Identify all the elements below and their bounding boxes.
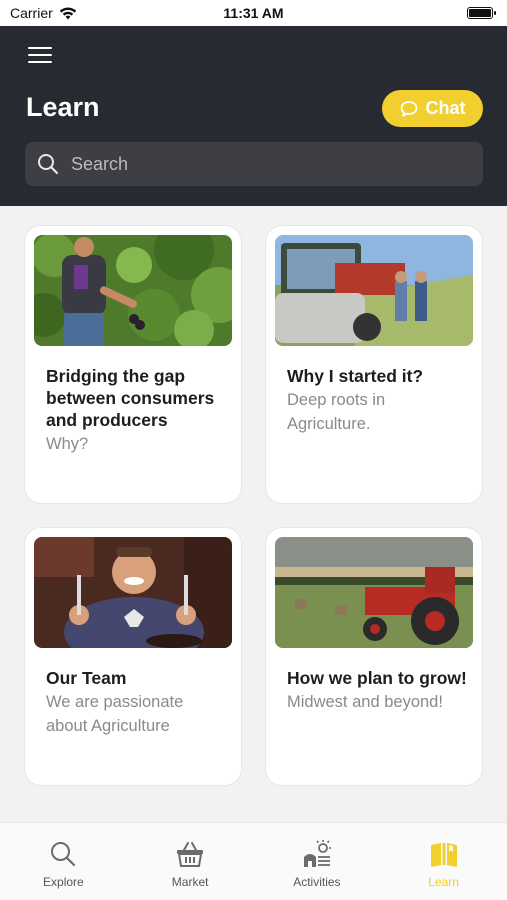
menu-line xyxy=(28,54,52,56)
status-bar: Carrier 11:31 AM xyxy=(0,0,507,26)
card-subtitle: We are passionate about Agriculture xyxy=(46,693,184,735)
menu-line xyxy=(28,47,52,49)
farm-sun-icon xyxy=(303,840,331,867)
search-input[interactable] xyxy=(71,153,451,175)
header: Learn Chat xyxy=(0,26,507,206)
menu-line xyxy=(28,61,52,63)
card-title: Why I started it? Deep roots in Agricult… xyxy=(287,365,469,436)
wifi-icon xyxy=(59,7,76,19)
card-title: How we plan to grow! Midwest and beyond! xyxy=(287,667,469,714)
book-icon xyxy=(430,843,457,867)
card-subtitle: Midwest and beyond! xyxy=(287,693,443,711)
card-image-red-tractor-in-field xyxy=(275,537,473,648)
learn-content: Bridging the gap between consumers and p… xyxy=(0,206,507,822)
learn-card[interactable]: How we plan to grow! Midwest and beyond! xyxy=(266,528,482,785)
card-title: Bridging the gap between consumers and p… xyxy=(46,365,228,456)
status-left: Carrier xyxy=(10,5,77,21)
tab-market[interactable]: Market xyxy=(127,823,254,900)
basket-icon xyxy=(177,842,204,867)
battery-icon xyxy=(467,7,496,19)
tab-activities[interactable]: Activities xyxy=(254,823,381,900)
card-image-person-picking-grapes xyxy=(34,235,232,346)
tab-learn[interactable]: Learn xyxy=(380,823,507,900)
card-image-man-with-fork-and-knife xyxy=(34,537,232,648)
chat-button[interactable]: Chat xyxy=(382,90,483,127)
tab-label: Explore xyxy=(43,875,84,889)
card-subtitle: Why? xyxy=(46,435,89,453)
page-title: Learn xyxy=(26,92,100,122)
search-icon xyxy=(38,154,59,175)
tab-bar: Explore Market Activities Learn xyxy=(0,822,507,900)
chat-bubble-icon xyxy=(400,100,417,117)
card-image-farmers-with-hay-equipment xyxy=(275,235,473,346)
tab-label: Activities xyxy=(293,875,341,889)
search-icon xyxy=(51,842,76,867)
tab-label: Learn xyxy=(428,875,459,889)
menu-button[interactable] xyxy=(28,46,52,64)
search-bar[interactable] xyxy=(25,142,483,186)
tab-explore[interactable]: Explore xyxy=(0,823,127,900)
tab-label: Market xyxy=(171,875,209,889)
learn-card[interactable]: Bridging the gap between consumers and p… xyxy=(25,226,241,503)
card-title: Our Team We are passionate about Agricul… xyxy=(46,667,228,738)
card-subtitle: Deep roots in Agriculture. xyxy=(287,391,386,433)
learn-card[interactable]: Why I started it? Deep roots in Agricult… xyxy=(266,226,482,503)
learn-card[interactable]: Our Team We are passionate about Agricul… xyxy=(25,528,241,785)
carrier-label: Carrier xyxy=(10,5,53,21)
chat-label: Chat xyxy=(425,98,466,118)
